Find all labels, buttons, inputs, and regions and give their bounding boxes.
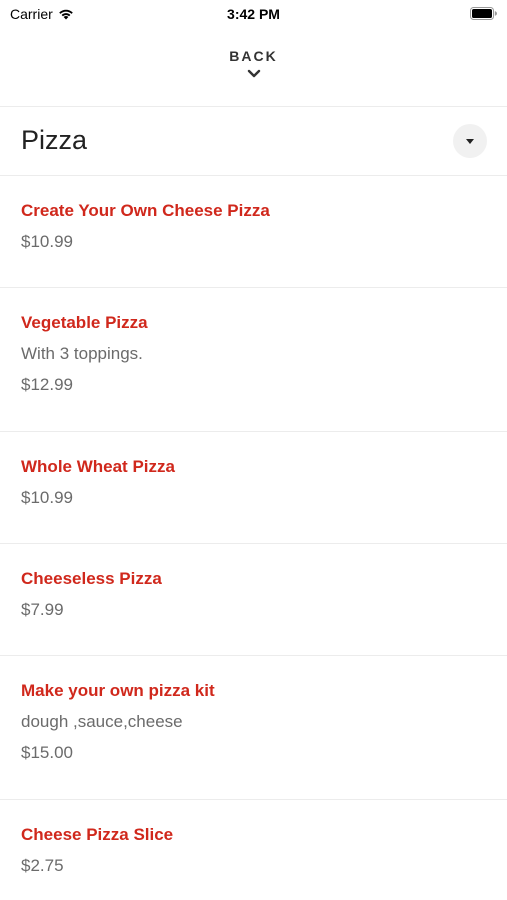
menu-item[interactable]: Create Your Own Cheese Pizza $10.99 xyxy=(0,176,507,288)
menu-item-price: $10.99 xyxy=(21,232,73,251)
menu-item-price: $15.00 xyxy=(21,743,73,762)
menu-item-price: $10.99 xyxy=(21,488,73,507)
menu-item-description: dough ,sauce,cheese xyxy=(21,712,183,731)
app-screen: Carrier 3:42 PM BACK Pizza Create Your O… xyxy=(0,0,507,900)
menu-item-name: Whole Wheat Pizza xyxy=(21,457,175,476)
menu-item[interactable]: Cheeseless Pizza $7.99 xyxy=(0,544,507,656)
status-time: 3:42 PM xyxy=(227,6,280,22)
menu-item-price: $2.75 xyxy=(21,856,64,875)
menu-item[interactable]: Vegetable Pizza With 3 toppings. $12.99 xyxy=(0,288,507,432)
menu-item-name: Cheeseless Pizza xyxy=(21,569,162,588)
menu-item[interactable]: Cheese Pizza Slice $2.75 xyxy=(0,800,507,900)
category-header: Pizza xyxy=(0,107,507,176)
navigation-header: BACK xyxy=(0,28,507,107)
chevron-down-icon xyxy=(247,66,261,78)
menu-item-name: Vegetable Pizza xyxy=(21,313,148,332)
category-dropdown-button[interactable] xyxy=(453,124,487,158)
menu-item[interactable]: Make your own pizza kit dough ,sauce,chee… xyxy=(0,656,507,800)
menu-item-name: Create Your Own Cheese Pizza xyxy=(21,201,270,220)
menu-item-list: Create Your Own Cheese Pizza $10.99 Vegeta… xyxy=(0,176,507,900)
category-title: Pizza xyxy=(21,125,88,155)
menu-item-name: Make your own pizza kit xyxy=(21,681,215,700)
menu-item-price: $7.99 xyxy=(21,600,64,619)
caret-down-icon xyxy=(465,132,475,150)
back-label: BACK xyxy=(229,48,278,64)
status-bar: Carrier 3:42 PM xyxy=(0,0,507,28)
back-button[interactable]: BACK xyxy=(0,48,507,78)
menu-item-description: With 3 toppings. xyxy=(21,344,143,363)
menu-item[interactable]: Whole Wheat Pizza $10.99 xyxy=(0,432,507,544)
menu-item-price: $12.99 xyxy=(21,375,73,394)
battery-icon xyxy=(470,7,497,25)
menu-item-name: Cheese Pizza Slice xyxy=(21,825,174,844)
